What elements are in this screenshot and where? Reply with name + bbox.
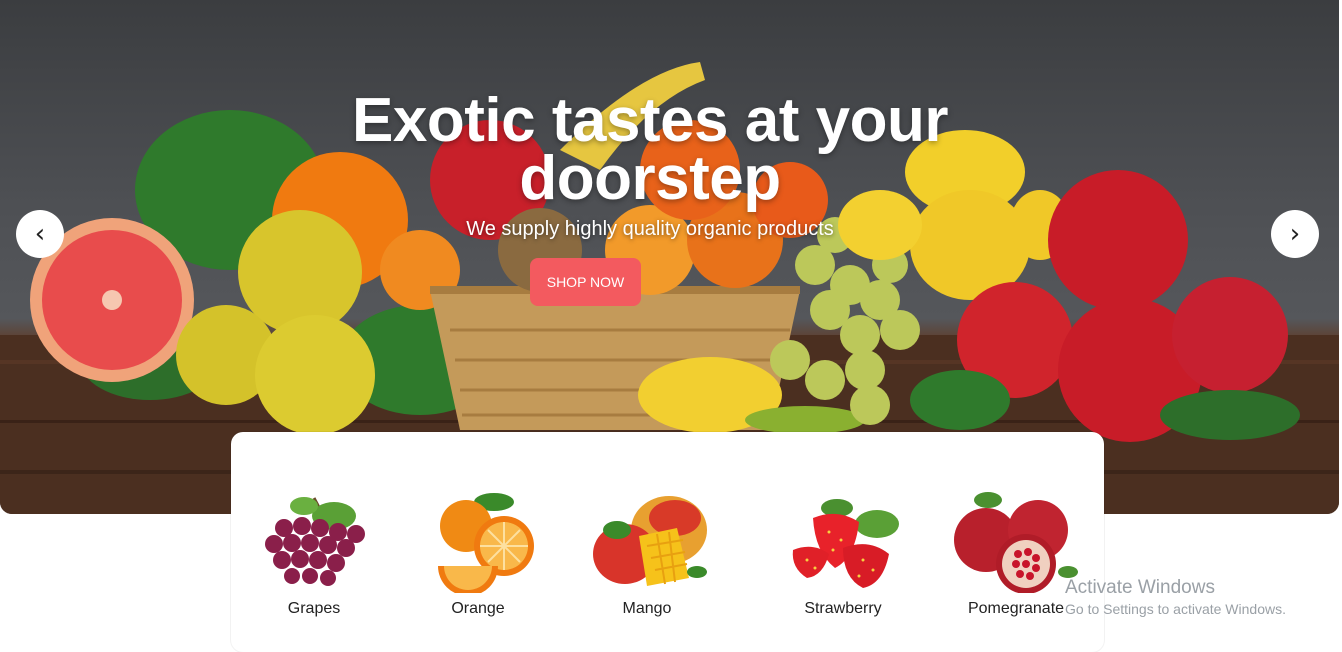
orange-icon — [438, 493, 534, 593]
watermark-subtitle: Go to Settings to activate Windows. — [1065, 601, 1286, 617]
activate-windows-watermark: Activate Windows Go to Settings to activ… — [1065, 577, 1286, 617]
strawberry-icon — [792, 499, 899, 588]
mango-icon — [593, 496, 707, 586]
previous-slide-button[interactable]: ‹ — [16, 210, 64, 258]
category-item-mango[interactable]: Mango — [577, 488, 717, 628]
category-label: Orange — [451, 600, 505, 617]
category-label: Mango — [622, 600, 672, 617]
watermark-title: Activate Windows — [1065, 577, 1215, 598]
next-slide-button[interactable]: › — [1271, 210, 1319, 258]
shop-now-button[interactable]: SHOP NOW — [530, 258, 641, 306]
category-label: Grapes — [287, 600, 341, 617]
category-label: Strawberry — [804, 600, 882, 617]
category-item-strawberry[interactable]: Strawberry — [773, 488, 913, 628]
hero-subtitle: We supply highly quality organic product… — [466, 218, 834, 240]
category-item-orange[interactable]: Orange — [408, 488, 548, 628]
grapes-icon — [265, 497, 365, 586]
category-item-grapes[interactable]: Grapes — [244, 488, 384, 628]
category-card: Grapes Orange Mango Strawberry Pomegrana… — [231, 432, 1104, 652]
hero-title: Exotic tastes at your doorstep — [352, 86, 948, 213]
